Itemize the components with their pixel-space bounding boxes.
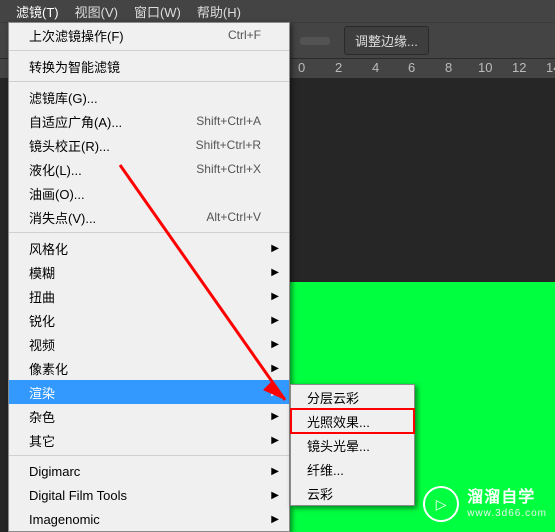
- shortcut: Shift+Ctrl+R: [196, 138, 261, 152]
- menu-label: 镜头校正(R)...: [29, 136, 110, 155]
- watermark-title: 溜溜自学: [467, 488, 547, 507]
- menu-render[interactable]: 渲染 ▶: [9, 380, 289, 404]
- menu-label: 转换为智能滤镜: [29, 57, 120, 76]
- shortcut: Ctrl+F: [228, 28, 261, 42]
- shortcut: Alt+Ctrl+V: [206, 210, 261, 224]
- chevron-right-icon: ▶: [271, 339, 279, 350]
- chevron-right-icon: ▶: [271, 315, 279, 326]
- menu-noise[interactable]: 杂色 ▶: [9, 404, 289, 428]
- menubar: 滤镜(T) 视图(V) 窗口(W) 帮助(H): [0, 0, 555, 22]
- menu-label: 自适应广角(A)...: [29, 112, 122, 131]
- menu-label: 消失点(V)...: [29, 208, 96, 227]
- chevron-right-icon: ▶: [271, 514, 279, 525]
- chevron-right-icon: ▶: [271, 411, 279, 422]
- menu-liquify[interactable]: 液化(L)... Shift+Ctrl+X: [9, 157, 289, 181]
- chevron-right-icon: ▶: [271, 387, 279, 398]
- submenu-lens-flare[interactable]: 镜头光晕...: [291, 433, 414, 457]
- menu-window[interactable]: 窗口(W): [126, 0, 189, 23]
- ruler-tick: 6: [408, 60, 415, 75]
- chevron-right-icon: ▶: [271, 243, 279, 254]
- watermark-url: www.3d66.com: [467, 508, 547, 520]
- menu-view[interactable]: 视图(V): [67, 0, 126, 23]
- menu-blur[interactable]: 模糊 ▶: [9, 260, 289, 284]
- submenu-lighting[interactable]: 光照效果...: [291, 409, 414, 433]
- menu-label: 其它: [29, 431, 55, 450]
- separator: [9, 455, 289, 456]
- shortcut: Shift+Ctrl+A: [196, 114, 261, 128]
- menu-adaptive[interactable]: 自适应广角(A)... Shift+Ctrl+A: [9, 109, 289, 133]
- menu-label: 视频: [29, 335, 55, 354]
- chevron-right-icon: ▶: [271, 363, 279, 374]
- chevron-right-icon: ▶: [271, 291, 279, 302]
- menu-other[interactable]: 其它 ▶: [9, 428, 289, 452]
- separator: [9, 50, 289, 51]
- chevron-right-icon: ▶: [271, 435, 279, 446]
- menu-label: 像素化: [29, 359, 68, 378]
- menu-label: 油画(O)...: [29, 184, 85, 203]
- menu-label: Digimarc: [29, 464, 80, 479]
- menu-label: Digital Film Tools: [29, 488, 127, 503]
- render-submenu: 分层云彩 光照效果... 镜头光晕... 纤维... 云彩: [290, 384, 415, 506]
- separator: [9, 232, 289, 233]
- submenu-fiber[interactable]: 纤维...: [291, 457, 414, 481]
- menu-convert-smart[interactable]: 转换为智能滤镜: [9, 54, 289, 78]
- menu-label: 扭曲: [29, 287, 55, 306]
- menu-label: 模糊: [29, 263, 55, 282]
- ruler-tick: 4: [372, 60, 379, 75]
- menu-dft[interactable]: Digital Film Tools ▶: [9, 483, 289, 507]
- menu-pixelate[interactable]: 像素化 ▶: [9, 356, 289, 380]
- menu-stylize[interactable]: 风格化 ▶: [9, 236, 289, 260]
- menu-label: 液化(L)...: [29, 160, 82, 179]
- menu-gallery[interactable]: 滤镜库(G)...: [9, 85, 289, 109]
- menu-help[interactable]: 帮助(H): [189, 0, 249, 23]
- menu-oil[interactable]: 油画(O)...: [9, 181, 289, 205]
- submenu-clouds[interactable]: 云彩: [291, 481, 414, 505]
- watermark: ▷ 溜溜自学 www.3d66.com: [423, 486, 547, 522]
- menu-label: 锐化: [29, 311, 55, 330]
- shortcut: Shift+Ctrl+X: [196, 162, 261, 176]
- ruler-tick: 10: [478, 60, 492, 75]
- menu-filter[interactable]: 滤镜(T): [8, 0, 67, 23]
- mask-button[interactable]: [300, 37, 330, 45]
- menu-sharpen[interactable]: 锐化 ▶: [9, 308, 289, 332]
- menu-label: Imagenomic: [29, 512, 100, 527]
- ruler-tick: 12: [512, 60, 526, 75]
- ruler-tick: 0: [298, 60, 305, 75]
- play-icon: ▷: [423, 486, 459, 522]
- chevron-right-icon: ▶: [271, 267, 279, 278]
- chevron-right-icon: ▶: [271, 466, 279, 477]
- refine-edge-button[interactable]: 调整边缘...: [344, 26, 429, 55]
- filter-menu: 上次滤镜操作(F) Ctrl+F 转换为智能滤镜 滤镜库(G)... 自适应广角…: [8, 22, 290, 532]
- chevron-right-icon: ▶: [271, 490, 279, 501]
- menu-label: 杂色: [29, 407, 55, 426]
- menu-label: 风格化: [29, 239, 68, 258]
- ruler-tick: 2: [335, 60, 342, 75]
- menu-label: 滤镜库(G)...: [29, 88, 98, 107]
- submenu-clouds-diff[interactable]: 分层云彩: [291, 385, 414, 409]
- ruler-tick: 8: [445, 60, 452, 75]
- ruler-tick: 14: [546, 60, 555, 75]
- menu-vanish[interactable]: 消失点(V)... Alt+Ctrl+V: [9, 205, 289, 229]
- separator: [9, 81, 289, 82]
- menu-last-filter[interactable]: 上次滤镜操作(F) Ctrl+F: [9, 23, 289, 47]
- menu-label: 渲染: [29, 383, 55, 402]
- menu-video[interactable]: 视频 ▶: [9, 332, 289, 356]
- menu-lens[interactable]: 镜头校正(R)... Shift+Ctrl+R: [9, 133, 289, 157]
- menu-label: 上次滤镜操作(F): [29, 26, 124, 45]
- menu-imagenomic[interactable]: Imagenomic ▶: [9, 507, 289, 531]
- menu-digimarc[interactable]: Digimarc ▶: [9, 459, 289, 483]
- menu-distort[interactable]: 扭曲 ▶: [9, 284, 289, 308]
